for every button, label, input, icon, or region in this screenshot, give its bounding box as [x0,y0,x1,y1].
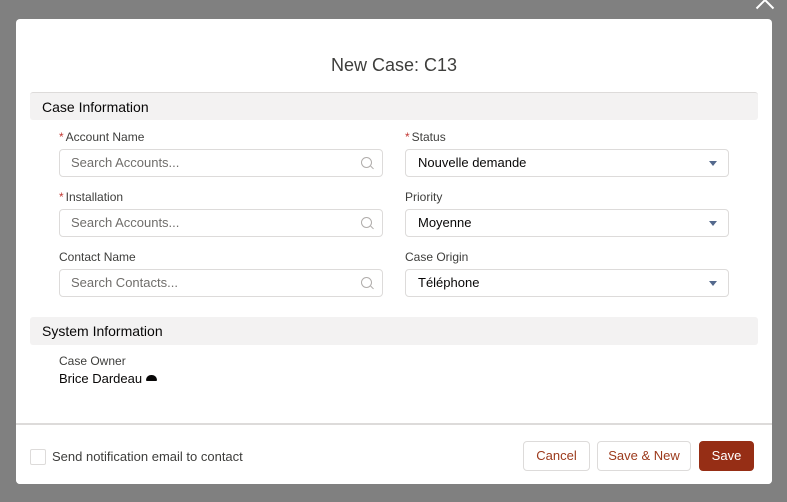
new-case-modal: New Case: C13 Case Information * Account … [16,19,772,484]
account-name-input[interactable]: Search Accounts... [59,149,383,177]
search-icon [361,217,372,228]
modal-title: New Case: C13 [330,55,458,75]
save-and-new-button[interactable]: Save & New [597,441,691,471]
chevron-down-icon [709,161,717,166]
installation-input[interactable]: Search Accounts... [59,209,383,237]
case-origin-select[interactable]: Téléphone [405,269,729,297]
priority-label: Priority [405,190,443,204]
case-information-header[interactable]: Case Information [30,92,758,120]
account-name-label: * Account Name [59,130,145,144]
search-icon [361,157,372,168]
save-button[interactable]: Save [699,441,754,471]
required-marker: * [59,130,64,144]
status-select[interactable]: Nouvelle demande [405,149,729,177]
chevron-down-icon [709,221,717,226]
case-origin-label: Case Origin [405,250,469,264]
case-owner-label: Case Owner [59,354,126,368]
cloud-icon [146,375,158,381]
cancel-button[interactable]: Cancel [523,441,590,471]
chevron-down-icon [709,281,717,286]
status-label: * Status [405,130,446,144]
modal-footer: Send notification email to contact Cance… [16,423,772,484]
required-marker: * [59,190,64,204]
priority-select[interactable]: Moyenne [405,209,729,237]
required-marker: * [405,130,410,144]
contact-name-input[interactable]: Search Contacts... [59,269,383,297]
notify-checkbox[interactable] [30,449,46,465]
system-information-header[interactable]: System Information [30,317,758,345]
case-owner-value: Brice Dardeau [59,371,158,386]
search-icon [361,277,372,288]
contact-name-label: Contact Name [59,250,136,264]
notify-label[interactable]: Send notification email to contact [52,449,243,464]
installation-label: * Installation [59,190,124,204]
close-icon[interactable] [752,0,778,14]
